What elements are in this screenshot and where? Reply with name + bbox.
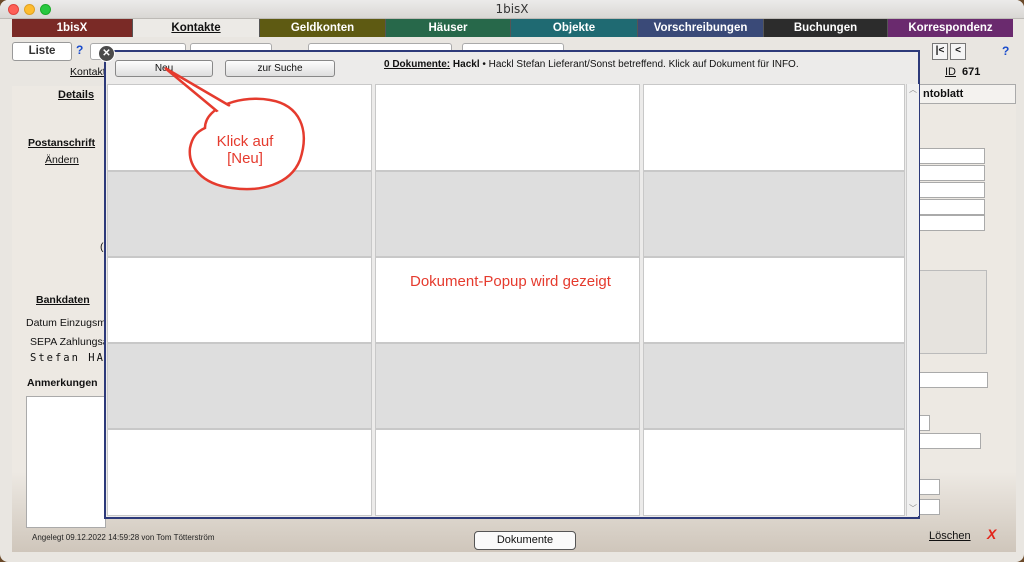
popup-shown-annotation: Dokument-Popup wird gezeigt <box>410 273 611 290</box>
callout-text: Klick auf [Neu] <box>216 133 274 167</box>
app-window: 1bisX 1bisX Kontakte Geldkonten Häuser O… <box>0 0 1024 562</box>
